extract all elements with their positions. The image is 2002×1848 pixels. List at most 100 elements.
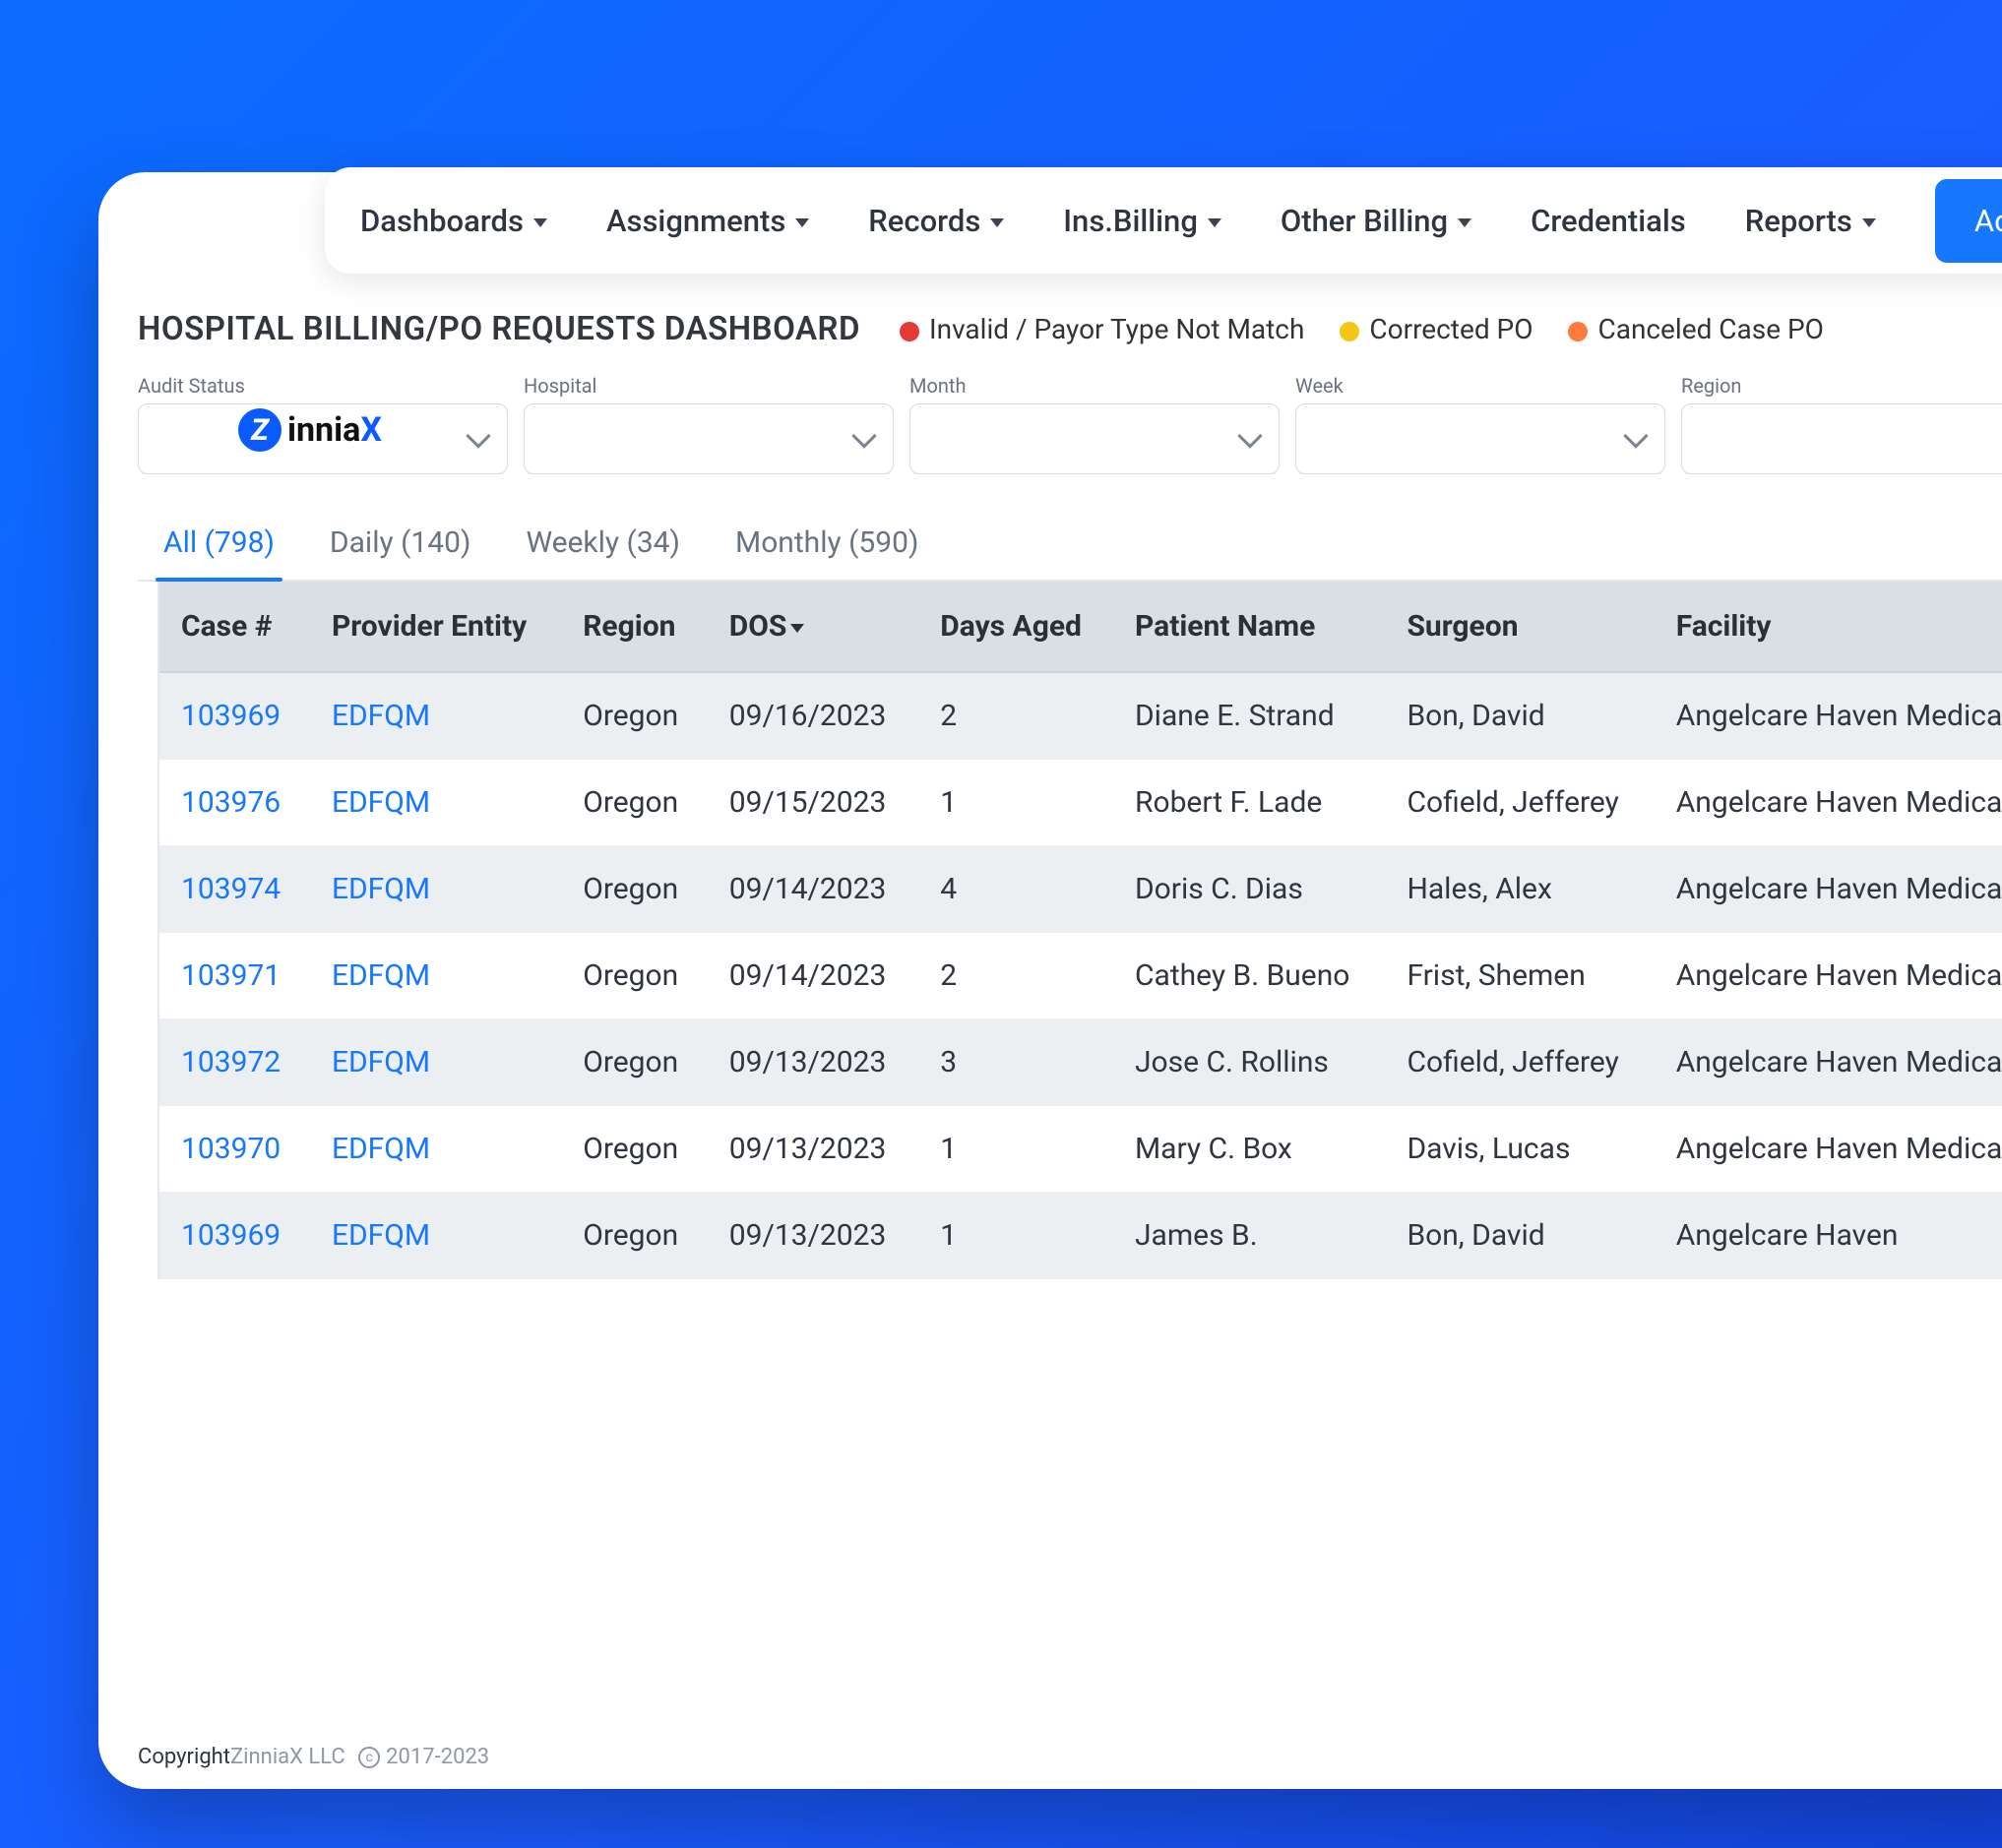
brand-mark-icon: Z (238, 408, 282, 452)
nav-item-other-billing[interactable]: Other Billing (1281, 203, 1471, 239)
cell-dos: 09/13/2023 (708, 1106, 919, 1193)
cell-case[interactable]: 103969 (159, 1193, 310, 1279)
table-row[interactable]: 103970EDFQMOregon09/13/20231Mary C. BoxD… (159, 1106, 2002, 1193)
cell-surgeon: Cofield, Jefferey (1385, 760, 1654, 846)
cell-provider[interactable]: EDFQM (310, 672, 561, 760)
stage: Z inniaX HOSPITAL BILLING/PO REQUESTS DA… (0, 0, 2002, 1848)
content: HOSPITAL BILLING/PO REQUESTS DASHBOARD I… (138, 300, 2002, 1730)
nav-item-records[interactable]: Records (868, 203, 1004, 239)
cell-patient: James B. (1113, 1193, 1385, 1279)
cell-dos: 09/13/2023 (708, 1019, 919, 1106)
col-provider-entity[interactable]: Provider Entity (310, 582, 561, 672)
filter-label: Hospital (524, 374, 894, 398)
nav-item-label: Credentials (1531, 203, 1686, 239)
tab-daily[interactable]: Daily (140) (324, 510, 477, 580)
table-wrap: Case #Provider EntityRegionDOSDays AgedP… (157, 582, 2002, 1279)
cell-days: 3 (918, 1019, 1113, 1106)
cell-case[interactable]: 103976 (159, 760, 310, 846)
nav-item-ins-billing[interactable]: Ins.Billing (1063, 203, 1221, 239)
cell-facility: Angelcare Haven Medical Center (1655, 760, 2002, 846)
chevron-down-icon (795, 218, 809, 227)
tab-monthly[interactable]: Monthly (590) (729, 510, 924, 580)
col-days-aged[interactable]: Days Aged (918, 582, 1113, 672)
nav-item-credentials[interactable]: Credentials (1531, 203, 1686, 239)
chevron-down-icon (1862, 218, 1876, 227)
cell-region: Oregon (561, 846, 708, 933)
cell-case[interactable]: 103970 (159, 1106, 310, 1193)
cell-region: Oregon (561, 672, 708, 760)
cell-facility: Angelcare Haven Medical Center (1655, 933, 2002, 1019)
chevron-down-icon (466, 423, 490, 448)
table-row[interactable]: 103969EDFQMOregon09/16/20232Diane E. Str… (159, 672, 2002, 760)
cell-case[interactable]: 103969 (159, 672, 310, 760)
chevron-down-icon (533, 218, 547, 227)
filter-hospital: Hospital (524, 374, 894, 474)
cell-provider[interactable]: EDFQM (310, 760, 561, 846)
legend-item: Corrected PO (1340, 313, 1533, 345)
tab-all[interactable]: All (798) (157, 510, 281, 580)
cell-dos: 09/13/2023 (708, 1193, 919, 1279)
col-region[interactable]: Region (561, 582, 708, 672)
col-facility[interactable]: Facility (1655, 582, 2002, 672)
footer: CopyrightZinniaX LLC c2017-2023 (138, 1745, 489, 1769)
cell-days: 4 (918, 846, 1113, 933)
cell-case[interactable]: 103972 (159, 1019, 310, 1106)
nav-item-assignments[interactable]: Assignments (606, 203, 809, 239)
add-button[interactable]: Add (1935, 179, 2002, 263)
nav-item-dashboards[interactable]: Dashboards (360, 203, 547, 239)
filter-select[interactable] (524, 403, 894, 474)
cell-facility: Angelcare Haven Medical Center (1655, 846, 2002, 933)
col-dos[interactable]: DOS (708, 582, 919, 672)
cases-table: Case #Provider EntityRegionDOSDays AgedP… (159, 582, 2002, 1279)
table-row[interactable]: 103969EDFQMOregon09/13/20231James B.Bon,… (159, 1193, 2002, 1279)
chevron-down-icon (990, 218, 1004, 227)
filter-select[interactable] (909, 403, 1280, 474)
nav-item-label: Other Billing (1281, 203, 1448, 239)
filter-select[interactable] (1295, 403, 1665, 474)
cell-case[interactable]: 103971 (159, 933, 310, 1019)
cell-dos: 09/14/2023 (708, 933, 919, 1019)
cell-provider[interactable]: EDFQM (310, 1106, 561, 1193)
table-row[interactable]: 103971EDFQMOregon09/14/20232Cathey B. Bu… (159, 933, 2002, 1019)
legend-label: Corrected PO (1369, 313, 1533, 345)
cell-patient: Doris C. Dias (1113, 846, 1385, 933)
filter-region: Region (1681, 374, 2002, 474)
cell-days: 2 (918, 933, 1113, 1019)
cell-region: Oregon (561, 1193, 708, 1279)
cell-surgeon: Cofield, Jefferey (1385, 1019, 1654, 1106)
nav-item-label: Records (868, 203, 980, 239)
cell-provider[interactable]: EDFQM (310, 846, 561, 933)
chevron-down-icon (1623, 423, 1648, 448)
col-surgeon[interactable]: Surgeon (1385, 582, 1654, 672)
chevron-down-icon (1458, 218, 1471, 227)
cell-provider[interactable]: EDFQM (310, 933, 561, 1019)
filter-select[interactable] (1681, 403, 2002, 474)
table-row[interactable]: 103976EDFQMOregon09/15/20231Robert F. La… (159, 760, 2002, 846)
cell-region: Oregon (561, 1106, 708, 1193)
chevron-down-icon (851, 423, 876, 448)
cell-patient: Mary C. Box (1113, 1106, 1385, 1193)
footer-copyright: Copyright (138, 1745, 230, 1769)
filter-label: Month (909, 374, 1280, 398)
table-header-row: Case #Provider EntityRegionDOSDays AgedP… (159, 582, 2002, 672)
table-row[interactable]: 103974EDFQMOregon09/14/20234Doris C. Dia… (159, 846, 2002, 933)
cell-region: Oregon (561, 760, 708, 846)
cell-surgeon: Hales, Alex (1385, 846, 1654, 933)
cell-case[interactable]: 103974 (159, 846, 310, 933)
page-title: HOSPITAL BILLING/PO REQUESTS DASHBOARD (138, 310, 860, 348)
cell-provider[interactable]: EDFQM (310, 1193, 561, 1279)
nav-item-label: Assignments (606, 203, 785, 239)
table-row[interactable]: 103972EDFQMOregon09/13/20233Jose C. Roll… (159, 1019, 2002, 1106)
col-patient-name[interactable]: Patient Name (1113, 582, 1385, 672)
nav-item-reports[interactable]: Reports (1745, 203, 1876, 239)
filter-label: Audit Status (138, 374, 508, 398)
tabs: All (798) Daily (140) Weekly (34) Monthly (… (138, 500, 2002, 582)
cell-patient: Cathey B. Bueno (1113, 933, 1385, 1019)
cell-provider[interactable]: EDFQM (310, 1019, 561, 1106)
col-case-[interactable]: Case # (159, 582, 310, 672)
cell-facility: Angelcare Haven Medical Center (1655, 672, 2002, 760)
tab-weekly[interactable]: Weekly (34) (520, 510, 686, 580)
status-dot-icon (1568, 322, 1588, 341)
status-dot-icon (1340, 322, 1359, 341)
legend: Invalid / Payor Type Not MatchCorrected … (900, 313, 1824, 345)
